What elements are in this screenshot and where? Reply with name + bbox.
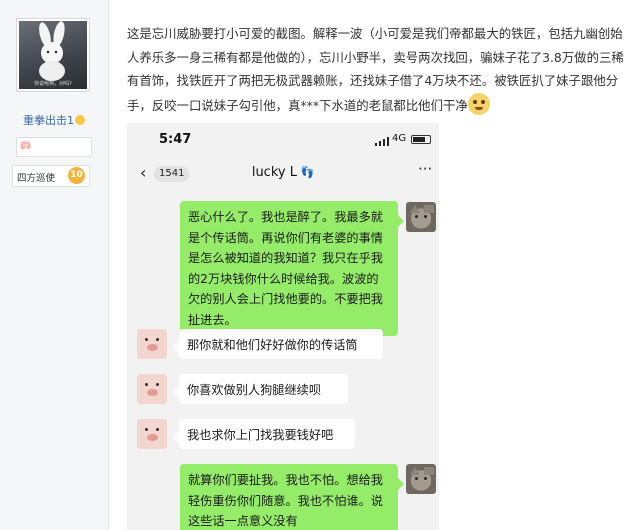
- post-body: 这是忘川威胁要打小可爱的截图。解释一波（小可爱是我们帝都最大的铁匠，包括九幽创始…: [127, 22, 632, 117]
- smile-emoji-icon: [75, 115, 85, 125]
- pig-avatar-icon[interactable]: [137, 374, 167, 404]
- chat-title-text: lucky L: [251, 165, 297, 180]
- rabbit-figure: [39, 21, 65, 81]
- more-options-icon[interactable]: ···: [418, 160, 432, 178]
- signal-icon: [375, 136, 389, 146]
- footprints-icon: 👣: [296, 166, 315, 179]
- pig-avatar-icon[interactable]: [137, 329, 167, 359]
- rank-badge[interactable]: 四方巡使 10: [12, 165, 90, 187]
- chat-message-received: 我也求你上门找我要钱好吧: [173, 419, 355, 449]
- chat-message-sent: 就算你们要扯我。我也不怕。想给我轻伤重伤你们随意。我也不怕谁。说这些话一点意义没…: [180, 464, 404, 530]
- rank-level: 10: [68, 167, 85, 184]
- user-sidebar: 你说呢啊，对吗? 重拳出击1 🫁 四方巡使 10: [0, 0, 109, 530]
- rank-title: 四方巡使: [17, 173, 56, 184]
- chat-message-sent: 恶心什么了。我也是醉了。我最多就是个传话筒。再说你们有老婆的事情是怎么被知道的我…: [180, 201, 404, 336]
- chat-screenshot[interactable]: 5:47 4G ‹ 1541 lucky L 👣 ··· 恶心什么了。我也是醉了…: [127, 123, 439, 530]
- status-time: 5:47: [159, 132, 192, 147]
- chat-message-received: 你喜欢做别人狗腿继续呗: [173, 374, 348, 404]
- username-link[interactable]: 重拳出击1: [0, 112, 108, 128]
- lungs-badge-icon[interactable]: 🫁: [20, 141, 31, 151]
- avatar[interactable]: 你说呢啊，对吗?: [16, 18, 90, 92]
- phone-status-bar: 5:47 4G: [127, 123, 439, 159]
- medal-box[interactable]: 🫁: [16, 137, 92, 157]
- chat-navbar: ‹ 1541 lucky L 👣 ···: [127, 159, 439, 189]
- post-text: 这是忘川威胁要打小可爱的截图。解释一波（小可爱是我们帝都最大的铁匠，包括九幽创始…: [127, 26, 624, 113]
- chat-message-received: 那你就和他们好好做你的传话筒: [173, 329, 383, 359]
- rabbit-avatar-image: 你说呢啊，对吗?: [19, 21, 87, 89]
- cat-avatar-icon[interactable]: [406, 464, 436, 494]
- avatar-caption: 你说呢啊，对吗?: [34, 81, 72, 87]
- username-text[interactable]: 重拳出击1: [23, 114, 74, 127]
- chat-title: lucky L 👣: [127, 165, 439, 180]
- network-type: 4G: [392, 133, 407, 144]
- cat-avatar-icon[interactable]: [406, 202, 436, 232]
- sweat-emoji-icon: [467, 92, 490, 115]
- pig-avatar-icon[interactable]: [137, 419, 167, 449]
- battery-icon: [411, 135, 431, 144]
